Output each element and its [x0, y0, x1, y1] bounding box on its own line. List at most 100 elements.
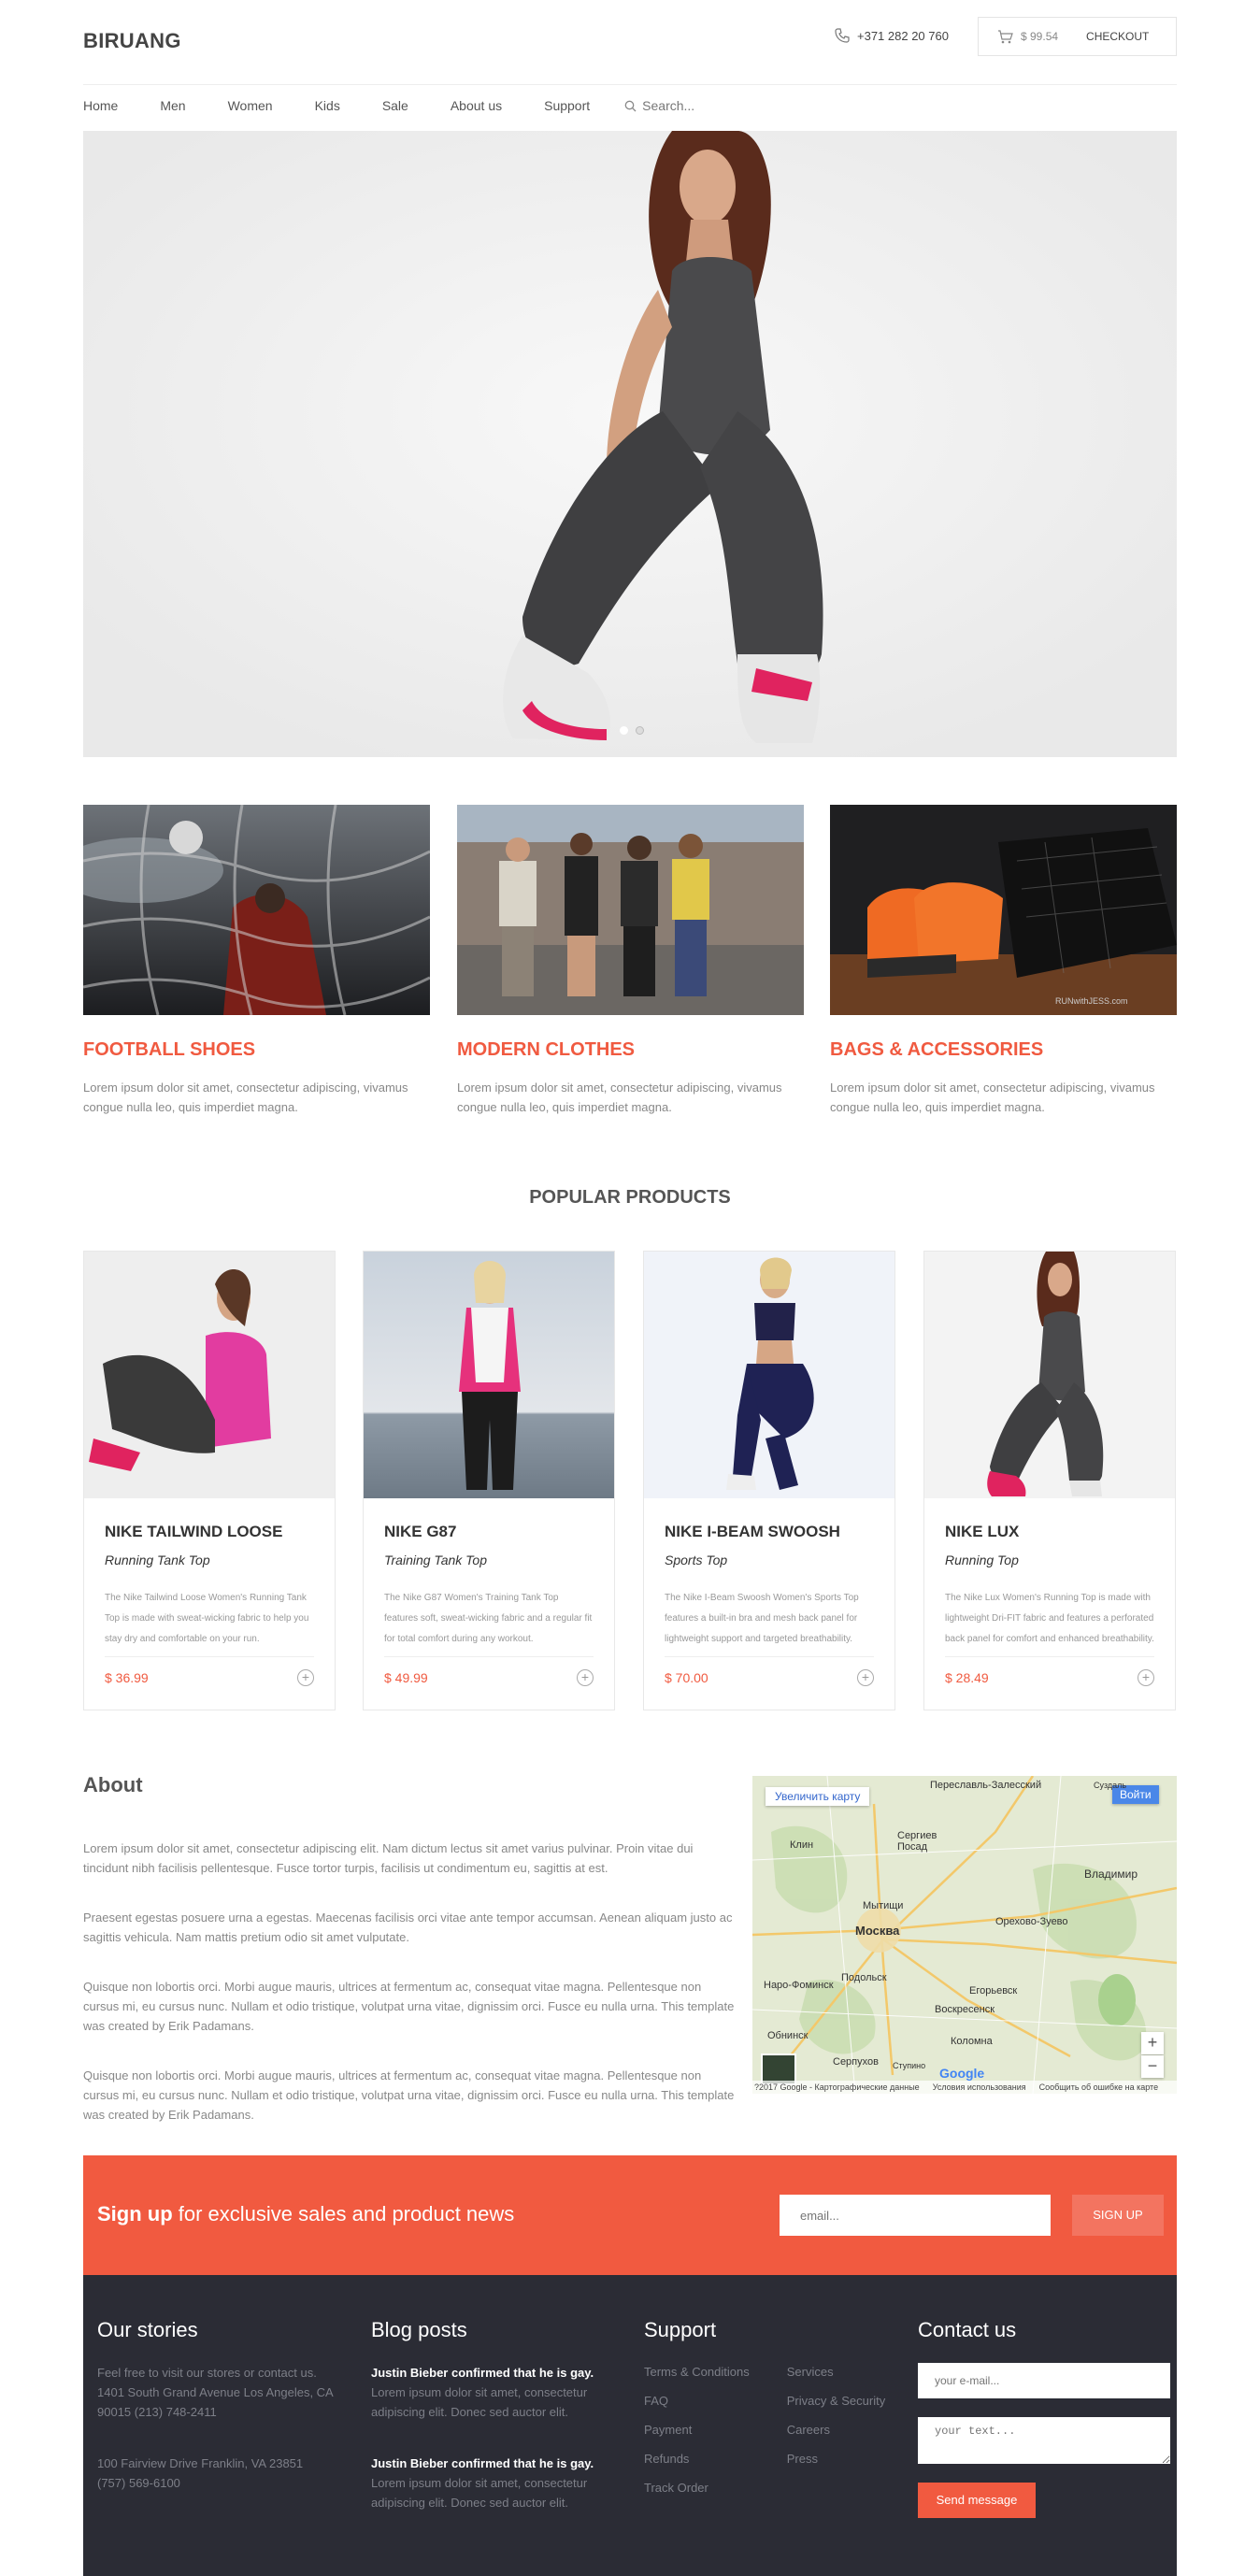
map-city-label: Наро-Фоминск: [764, 1980, 834, 1991]
store-address: 1401 South Grand Avenue Los Angeles, CA …: [97, 2385, 334, 2419]
location-map[interactable]: Увеличить карту Войти Переславль-Залесск…: [752, 1776, 1177, 2094]
search-placeholder: Search...: [642, 98, 695, 113]
header-divider: [83, 84, 1177, 85]
product-card[interactable]: NIKE G87 Training Tank Top The Nike G87 …: [363, 1251, 615, 1710]
category-title[interactable]: FOOTBALL SHOES: [83, 1039, 430, 1061]
nav-women[interactable]: Women: [228, 98, 273, 113]
map-city-label: Сергиев Посад: [897, 1830, 937, 1853]
category-image-clothes[interactable]: [457, 805, 804, 1015]
support-link[interactable]: Careers: [787, 2415, 885, 2444]
slider-dot-2[interactable]: [636, 726, 644, 735]
category-title[interactable]: MODERN CLOTHES: [457, 1039, 804, 1061]
store-address: 100 Fairview Drive Franklin, VA 23851 (7…: [97, 2456, 304, 2490]
phone-contact[interactable]: +371 282 20 760: [835, 28, 949, 43]
add-to-cart-icon[interactable]: +: [297, 1669, 314, 1686]
footer-support: Support Terms & Conditions FAQ Payment R…: [644, 2318, 896, 2502]
product-name[interactable]: NIKE I-BEAM SWOOSH: [665, 1523, 894, 1541]
support-link[interactable]: Payment: [644, 2415, 750, 2444]
add-to-cart-icon[interactable]: +: [577, 1669, 594, 1686]
product-name[interactable]: NIKE TAILWIND LOOSE: [105, 1523, 335, 1541]
product-card[interactable]: NIKE I-BEAM SWOOSH Sports Top The Nike I…: [643, 1251, 895, 1710]
product-image[interactable]: [924, 1252, 1175, 1498]
search-field[interactable]: Search...: [624, 98, 694, 113]
about-paragraph: Praesent egestas posuere urna a egestas.…: [83, 1911, 733, 1944]
product-name[interactable]: NIKE LUX: [945, 1523, 1175, 1541]
product-card[interactable]: NIKE LUX Running Top The Nike Lux Women'…: [923, 1251, 1176, 1710]
nav-men[interactable]: Men: [160, 98, 185, 113]
support-link[interactable]: Refunds: [644, 2444, 750, 2473]
product-card[interactable]: NIKE TAILWIND LOOSE Running Tank Top The…: [83, 1251, 336, 1710]
support-link[interactable]: FAQ: [644, 2386, 750, 2415]
footer-blog-title: Blog posts: [371, 2318, 467, 2341]
category-desc: Lorem ipsum dolor sit amet, consectetur …: [457, 1080, 782, 1114]
product-desc: The Nike Tailwind Loose Women's Running …: [105, 1593, 309, 1644]
product-type: Running Top: [945, 1553, 1019, 1567]
contact-message-input[interactable]: [918, 2417, 1170, 2464]
newsletter-text: Sign up for exclusive sales and product …: [97, 2202, 514, 2226]
nav-about[interactable]: About us: [451, 98, 502, 113]
support-link[interactable]: Terms & Conditions: [644, 2357, 750, 2386]
support-link[interactable]: Track Order: [644, 2473, 750, 2502]
category-image-bags[interactable]: RUNwithJESS.com: [830, 805, 1177, 1015]
nav-kids[interactable]: Kids: [315, 98, 340, 113]
map-city-label: Суздаль: [1094, 1781, 1127, 1790]
product-type: Running Tank Top: [105, 1553, 210, 1567]
product-price: $ 28.49: [945, 1670, 989, 1685]
product-divider: [105, 1656, 314, 1657]
signup-button[interactable]: SIGN UP: [1072, 2195, 1164, 2236]
blog-post-title[interactable]: Justin Bieber confirmed that he is gay.: [371, 2454, 623, 2473]
category-desc: Lorem ipsum dolor sit amet, consectetur …: [830, 1080, 1155, 1114]
map-terms-link[interactable]: Условия использования: [933, 2082, 1026, 2092]
send-message-button[interactable]: Send message: [918, 2483, 1036, 2518]
phone-icon: [835, 28, 850, 43]
product-type: Sports Top: [665, 1553, 728, 1567]
footer-support-title: Support: [644, 2318, 717, 2341]
cart-total: $ 99.54: [1021, 30, 1059, 43]
map-city-label: Мытищи: [863, 1900, 904, 1911]
checkout-button[interactable]: CHECKOUT: [1086, 30, 1149, 43]
nav-home[interactable]: Home: [83, 98, 118, 113]
hero-slider[interactable]: [83, 131, 1177, 757]
hero-model-image: [83, 131, 1177, 757]
product-divider: [945, 1656, 1154, 1657]
zoom-in-button[interactable]: +: [1141, 2032, 1164, 2054]
map-city-label: Москва: [855, 1924, 900, 1938]
about-paragraph: Quisque non lobortis orci. Morbi augue m…: [83, 1980, 735, 2033]
nav-support[interactable]: Support: [544, 98, 590, 113]
blog-post-title[interactable]: Justin Bieber confirmed that he is gay.: [371, 2363, 623, 2383]
map-report-link[interactable]: Сообщить об ошибке на карте: [1039, 2082, 1158, 2092]
map-city-label: Серпухов: [833, 2056, 879, 2068]
add-to-cart-icon[interactable]: +: [1138, 1669, 1154, 1686]
support-link[interactable]: Press: [787, 2444, 885, 2473]
nav-sale[interactable]: Sale: [382, 98, 408, 113]
add-to-cart-icon[interactable]: +: [857, 1669, 874, 1686]
product-name[interactable]: NIKE G87: [384, 1523, 614, 1541]
newsletter-email-input[interactable]: [780, 2195, 1051, 2236]
contact-email-input[interactable]: [918, 2363, 1170, 2398]
product-desc: The Nike I-Beam Swoosh Women's Sports To…: [665, 1593, 859, 1644]
footer-contact: Contact us Send message: [918, 2318, 1170, 2518]
category-title[interactable]: BAGS & ACCESSORIES: [830, 1039, 1177, 1061]
footer-stories-title: Our stories: [97, 2318, 198, 2341]
site-footer: Our stories Feel free to visit our store…: [83, 2275, 1177, 2576]
category-image-football[interactable]: [83, 805, 430, 1015]
product-desc: The Nike Lux Women's Running Top is made…: [945, 1593, 1154, 1644]
product-image[interactable]: [364, 1252, 614, 1498]
map-city-label: Воскресенск: [935, 2004, 995, 2015]
slider-dot-1[interactable]: [620, 726, 628, 735]
map-city-label: Владимир: [1084, 1868, 1138, 1881]
map-city-label: Клин: [790, 1839, 814, 1851]
product-divider: [665, 1656, 874, 1657]
category-desc: Lorem ipsum dolor sit amet, consectetur …: [83, 1080, 408, 1114]
enlarge-map-button[interactable]: Увеличить карту: [766, 1787, 870, 1806]
zoom-out-button[interactable]: −: [1141, 2055, 1164, 2078]
product-image[interactable]: [84, 1252, 335, 1498]
product-image[interactable]: [644, 1252, 894, 1498]
support-links: Terms & Conditions FAQ Payment Refunds T…: [644, 2357, 896, 2502]
cart-box[interactable]: $ 99.54 CHECKOUT: [978, 17, 1177, 56]
support-link[interactable]: Services: [787, 2357, 885, 2386]
support-link[interactable]: Privacy & Security: [787, 2386, 885, 2415]
map-attribution: ?2017 Google - Картографические данные У…: [752, 2081, 1177, 2094]
map-city-label: Орехово-Зуево: [995, 1916, 1068, 1927]
site-logo[interactable]: BIRUANG: [83, 29, 181, 53]
